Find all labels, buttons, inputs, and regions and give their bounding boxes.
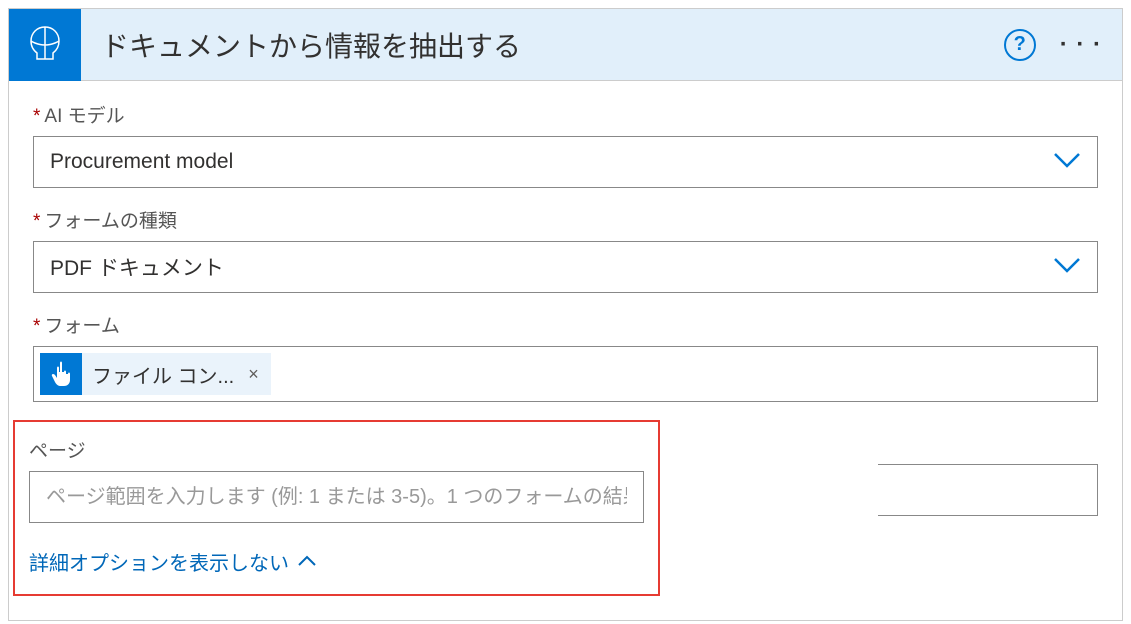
ai-model-field: *AI モデル Procurement model xyxy=(33,101,1098,188)
form-label: *フォーム xyxy=(33,311,1098,338)
page-row: ページ 詳細オプションを表示しない xyxy=(33,420,1098,596)
ai-model-value: Procurement model xyxy=(50,150,1053,174)
chevron-down-icon xyxy=(1053,257,1081,278)
page-field: ページ xyxy=(29,436,644,523)
page-input[interactable] xyxy=(29,471,644,523)
required-marker: * xyxy=(33,211,40,232)
header-actions: ? · · · xyxy=(1004,29,1110,61)
page-input-extension[interactable] xyxy=(878,464,1098,516)
card-body: *AI モデル Procurement model *フォームの種類 PDF ド… xyxy=(9,81,1122,620)
touch-icon xyxy=(40,353,82,395)
form-type-value: PDF ドキュメント xyxy=(50,252,1053,282)
form-type-select[interactable]: PDF ドキュメント xyxy=(33,241,1098,293)
advanced-toggle-label: 詳細オプションを表示しない xyxy=(29,547,289,576)
file-content-token[interactable]: ファイル コン... × xyxy=(40,353,271,395)
ai-model-label: *AI モデル xyxy=(33,101,1098,128)
ai-builder-icon xyxy=(9,9,81,81)
card-header: ドキュメントから情報を抽出する ? · · · xyxy=(9,9,1122,81)
page-label: ページ xyxy=(29,436,644,463)
help-icon[interactable]: ? xyxy=(1004,29,1036,61)
advanced-options-toggle[interactable]: 詳細オプションを表示しない xyxy=(29,547,644,576)
chevron-up-icon xyxy=(297,550,317,573)
required-marker: * xyxy=(33,316,40,337)
action-card: ドキュメントから情報を抽出する ? · · · *AI モデル Procurem… xyxy=(8,8,1123,621)
chevron-down-icon xyxy=(1053,152,1081,173)
form-type-label: *フォームの種類 xyxy=(33,206,1098,233)
highlighted-section: ページ 詳細オプションを表示しない xyxy=(13,420,660,596)
required-marker: * xyxy=(33,106,40,127)
card-title: ドキュメントから情報を抽出する xyxy=(101,25,1004,65)
token-label: ファイル コン... xyxy=(82,360,244,389)
more-menu-icon[interactable]: · · · xyxy=(1052,31,1110,59)
form-token-input[interactable]: ファイル コン... × xyxy=(33,346,1098,402)
form-field: *フォーム ファイル コン... × xyxy=(33,311,1098,402)
token-remove-icon[interactable]: × xyxy=(244,364,271,385)
ai-model-select[interactable]: Procurement model xyxy=(33,136,1098,188)
form-type-field: *フォームの種類 PDF ドキュメント xyxy=(33,206,1098,293)
